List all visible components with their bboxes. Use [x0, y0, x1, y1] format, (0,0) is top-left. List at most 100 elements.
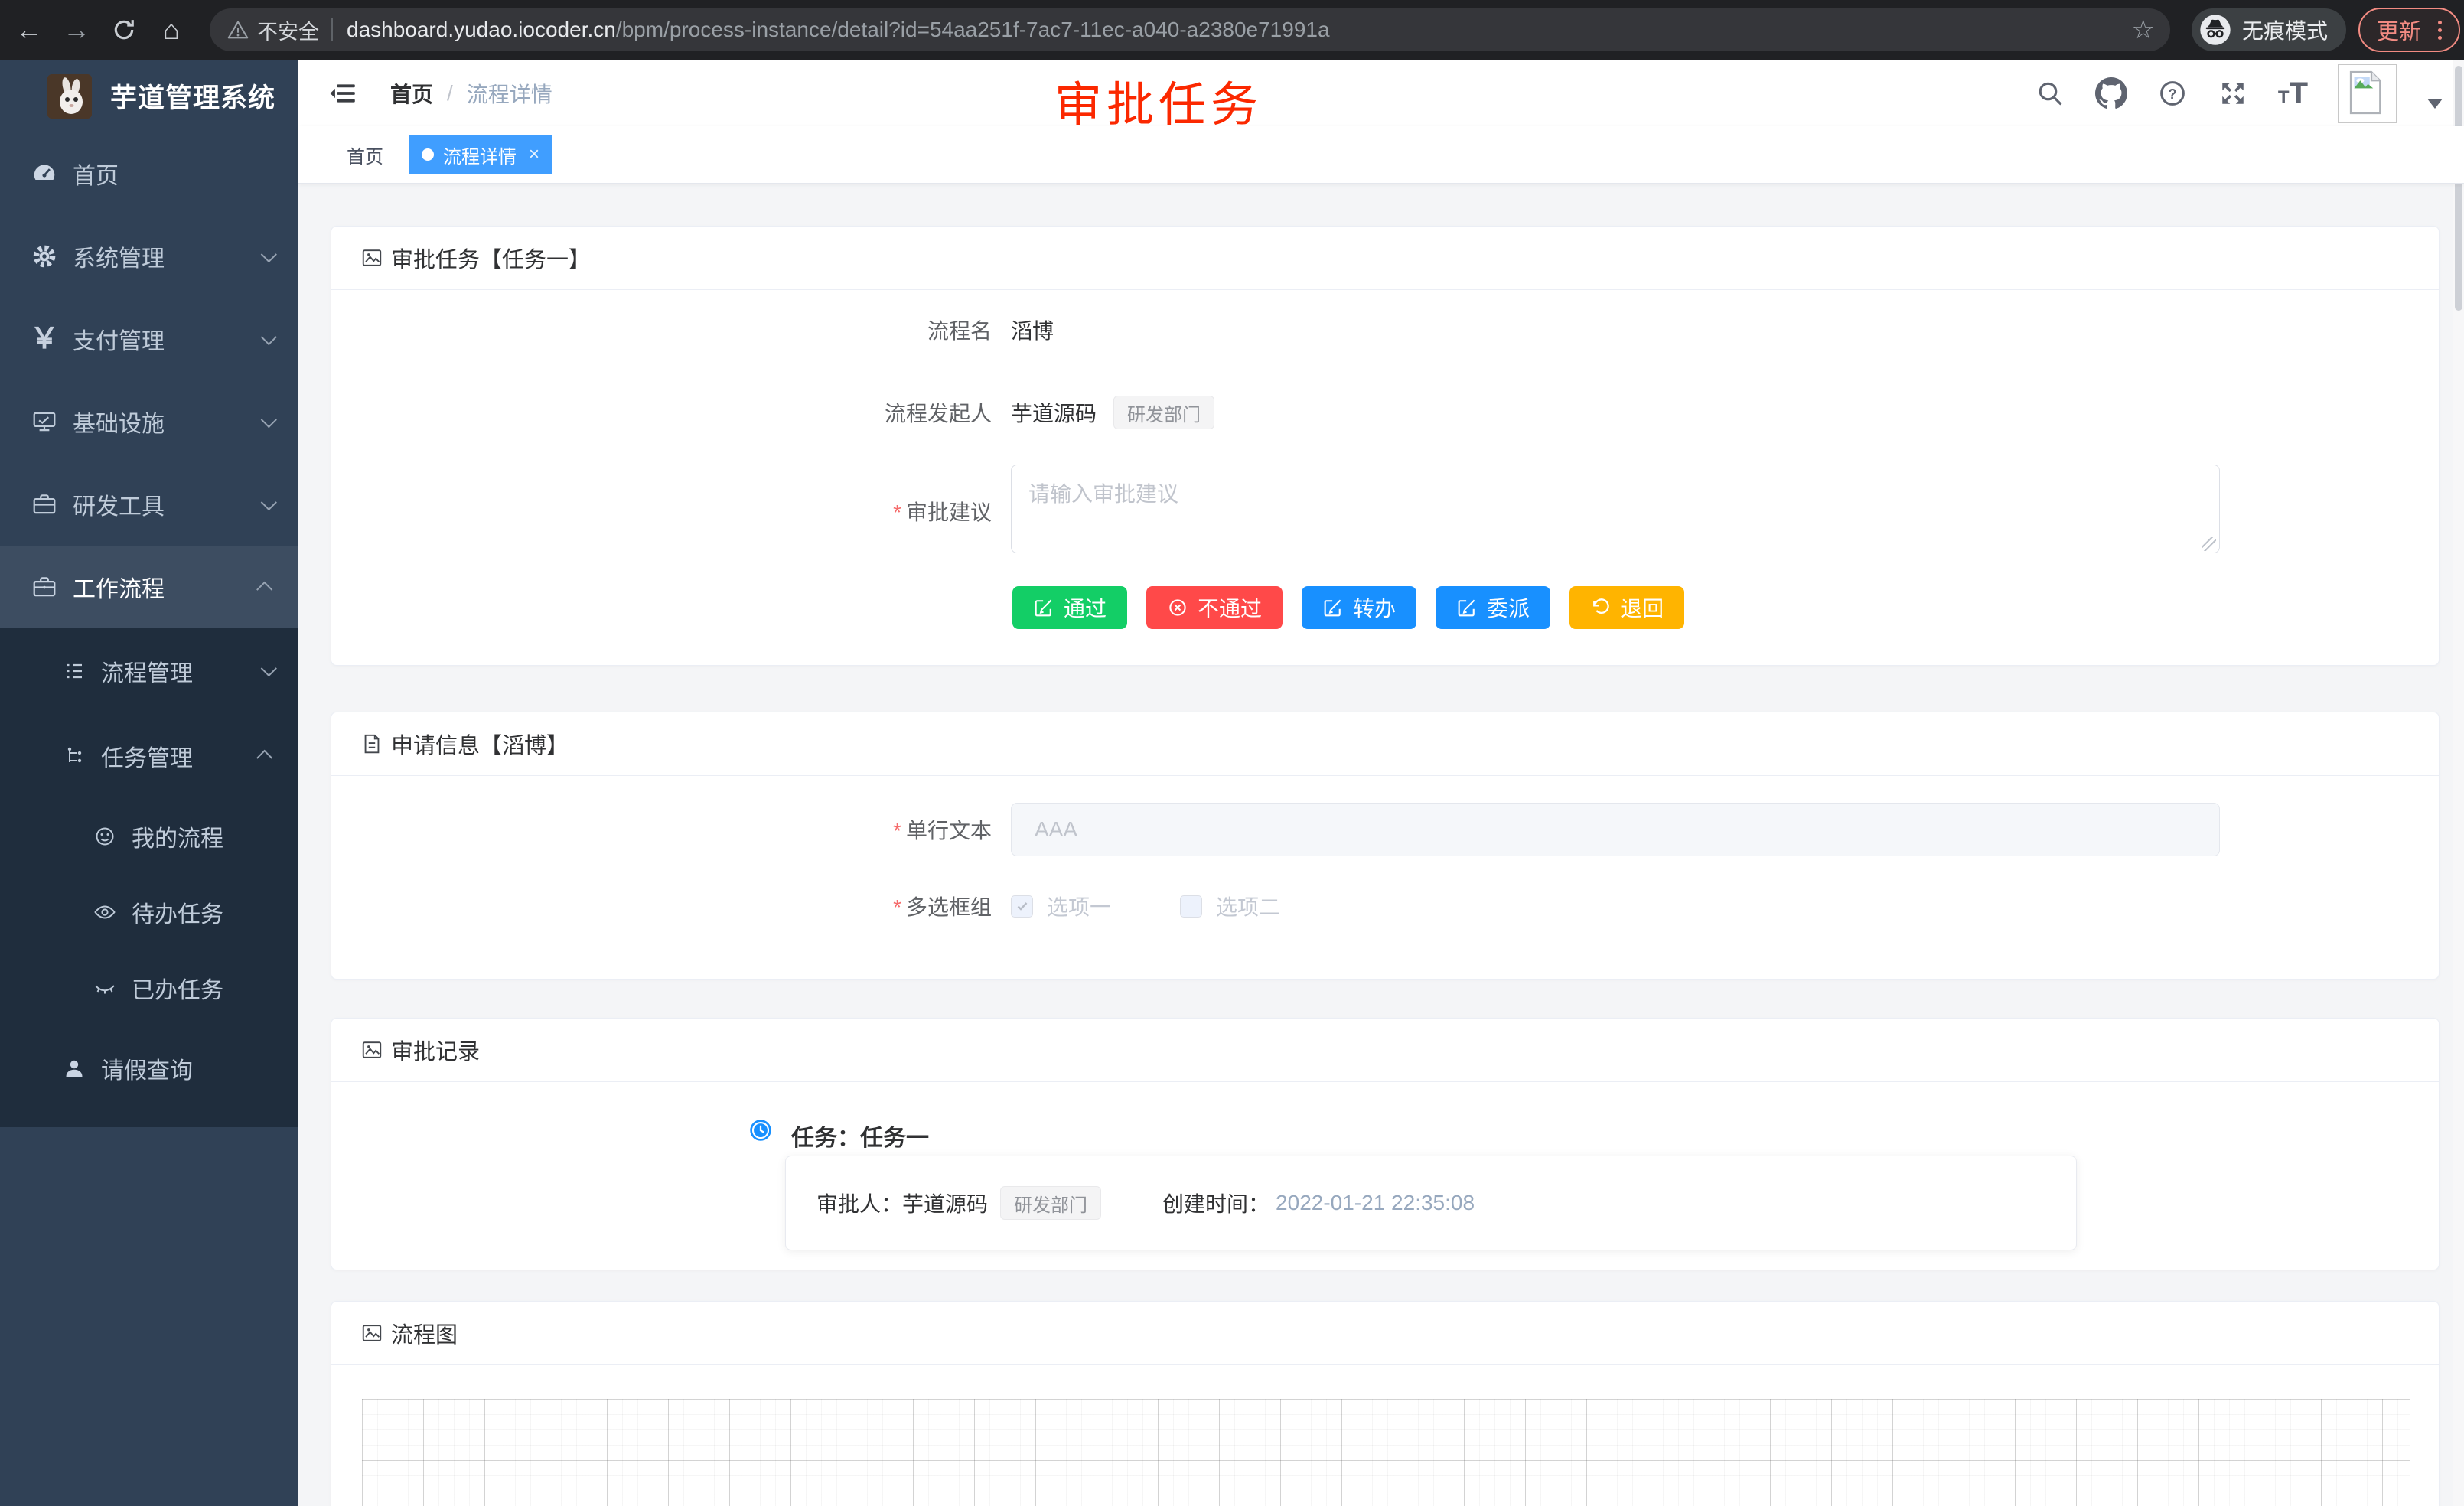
circle-close-icon [1167, 597, 1188, 618]
browser-back-icon[interactable]: ← [11, 11, 47, 48]
checkbox-label: 选项二 [1216, 891, 1280, 921]
approval-record-card: 审批人： 芋道源码 研发部门 创建时间： 2022-01-21 22:35:08 [785, 1156, 2077, 1250]
bookmark-star-icon[interactable]: ☆ [2132, 15, 2155, 45]
button-label: 退回 [1621, 592, 1664, 623]
url-text[interactable]: dashboard.yudao.iocoder.cn/bpm/process-i… [347, 18, 2123, 42]
sidebar-item-infra[interactable]: 基础设施 [0, 380, 298, 463]
eye-closed-icon [92, 976, 118, 1000]
initiator-label: 流程发起人 [659, 397, 1011, 428]
sidebar-item-workflow[interactable]: 工作流程 [0, 546, 298, 628]
sidebar-logo-row[interactable]: 芋道管理系统 [0, 60, 298, 132]
approve-button[interactable]: 通过 [1012, 586, 1127, 629]
chevron-down-icon [261, 494, 277, 510]
textarea-resize-handle[interactable] [2202, 537, 2216, 551]
chevron-down-icon [261, 660, 277, 676]
tab-close-icon[interactable]: × [529, 144, 539, 165]
search-icon[interactable] [2035, 78, 2065, 109]
app-title: 芋道管理系统 [110, 77, 275, 116]
github-icon[interactable] [2095, 77, 2127, 109]
reload-icon [110, 16, 138, 44]
smiley-face-icon [92, 824, 118, 849]
url-domain: dashboard.yudao.iocoder.cn [347, 18, 616, 41]
sidebar-item-label: 任务管理 [101, 739, 261, 773]
tab-home[interactable]: 首页 [331, 135, 399, 174]
eye-open-icon [92, 900, 118, 924]
scrollbar-thumb[interactable] [2455, 66, 2462, 311]
create-time-value: 2022-01-21 22:35:08 [1276, 1191, 1475, 1215]
sidebar-item-devtools[interactable]: 研发工具 [0, 463, 298, 546]
panel-title: 申请信息【滔博】 [391, 728, 569, 760]
suggestion-row: *审批建议 [331, 465, 2439, 557]
panel-title: 审批记录 [391, 1034, 480, 1066]
page-scrollbar[interactable] [2453, 60, 2464, 1506]
dashboard-icon [31, 161, 58, 187]
sidebar-item-home[interactable]: 首页 [0, 132, 298, 215]
return-button[interactable]: 退回 [1569, 586, 1684, 629]
breadcrumb-home[interactable]: 首页 [390, 78, 433, 109]
user-icon [61, 1056, 87, 1081]
sidebar-item-todo-tasks[interactable]: 待办任务 [0, 874, 298, 950]
edit-icon [1033, 597, 1054, 618]
bpmn-diagram-canvas[interactable] [362, 1399, 2410, 1506]
chevron-down-icon [261, 329, 277, 345]
fullscreen-icon[interactable] [2218, 78, 2248, 109]
browser-reload-icon[interactable] [106, 11, 142, 48]
sidebar-item-label: 工作流程 [73, 570, 261, 604]
required-asterisk: * [893, 819, 901, 843]
update-label[interactable]: 更新 [2377, 14, 2421, 46]
sidebar-item-payment[interactable]: ￥ 支付管理 [0, 298, 298, 380]
button-label: 不通过 [1198, 592, 1262, 623]
approval-actions: 通过 不通过 转办 委 [331, 586, 2439, 629]
incognito-badge: 无痕模式 [2192, 8, 2346, 51]
checkbox-label: 选项一 [1047, 891, 1111, 921]
checkbox-group-label: *多选框组 [659, 891, 1011, 921]
incognito-icon [2199, 14, 2231, 46]
security-label[interactable]: 不安全 [257, 15, 319, 45]
button-label: 委派 [1487, 592, 1530, 623]
sidebar: 芋道管理系统 首页 系统管理 ￥ 支付管理 [0, 60, 298, 1506]
transfer-button[interactable]: 转办 [1302, 586, 1416, 629]
dept-tag: 研发部门 [1113, 396, 1214, 429]
avatar-dropdown-caret-icon[interactable] [2427, 99, 2443, 109]
browser-toolbar: ← → ⌂ 不安全 dashboard.yudao.iocoder.cn/bpm… [0, 0, 2464, 60]
browser-home-icon[interactable]: ⌂ [153, 11, 190, 48]
screen: ← → ⌂ 不安全 dashboard.yudao.iocoder.cn/bpm… [0, 0, 2464, 1506]
delegate-button[interactable]: 委派 [1436, 586, 1550, 629]
browser-forward-icon[interactable]: → [58, 11, 95, 48]
tab-process-detail[interactable]: 流程详情 × [409, 135, 552, 174]
tab-label: 流程详情 [443, 142, 517, 168]
browser-menu-icon[interactable] [2433, 21, 2446, 40]
reject-button[interactable]: 不通过 [1146, 586, 1283, 629]
sidebar-item-task-mgmt[interactable]: 任务管理 [0, 713, 298, 798]
font-size-icon[interactable]: TT [2278, 80, 2308, 107]
url-bar[interactable]: 不安全 dashboard.yudao.iocoder.cn/bpm/proce… [210, 8, 2170, 51]
approval-record-panel: 审批记录 任务：任务一 审批人： 芋道源码 研发部门 创建时间： [331, 1018, 2440, 1270]
panel-title: 流程图 [391, 1317, 458, 1349]
browser-update-button[interactable]: 更新 [2358, 8, 2460, 52]
edit-icon [1456, 597, 1478, 618]
sidebar-item-label: 待办任务 [132, 895, 272, 929]
app-header: 首页 / 流程详情 审批任务 ? [298, 60, 2464, 126]
suggestion-textarea[interactable] [1011, 465, 2220, 553]
sidebar-item-my-process[interactable]: 我的流程 [0, 798, 298, 874]
list-icon [61, 659, 87, 683]
panel-header: 申请信息【滔博】 [331, 712, 2439, 776]
timeline-task-title: 任务：任务一 [791, 1119, 929, 1152]
help-icon[interactable]: ? [2157, 78, 2188, 109]
url-divider [331, 18, 333, 41]
single-text-label: *单行文本 [659, 814, 1011, 845]
sidebar-item-system[interactable]: 系统管理 [0, 215, 298, 298]
initiator-row: 流程发起人 芋道源码 研发部门 [331, 396, 2439, 429]
sidebar-collapse-icon[interactable] [329, 80, 358, 106]
single-text-row: *单行文本 [331, 803, 2439, 856]
page-content: 审批任务【任务一】 流程名 滔博 流程发起人 芋道源码 研发部门 [298, 184, 2464, 1506]
sidebar-item-done-tasks[interactable]: 已办任务 [0, 950, 298, 1025]
sidebar-item-process-mgmt[interactable]: 流程管理 [0, 628, 298, 713]
process-name-value: 滔博 [1011, 315, 1054, 345]
sidebar-item-label: 我的流程 [132, 820, 272, 853]
rotate-left-icon [1590, 597, 1612, 618]
sidebar-item-leave-query[interactable]: 请假查询 [0, 1025, 298, 1110]
avatar[interactable] [2338, 64, 2397, 123]
breadcrumb-separator: / [447, 81, 453, 106]
create-time-label: 创建时间： [1162, 1188, 1269, 1218]
